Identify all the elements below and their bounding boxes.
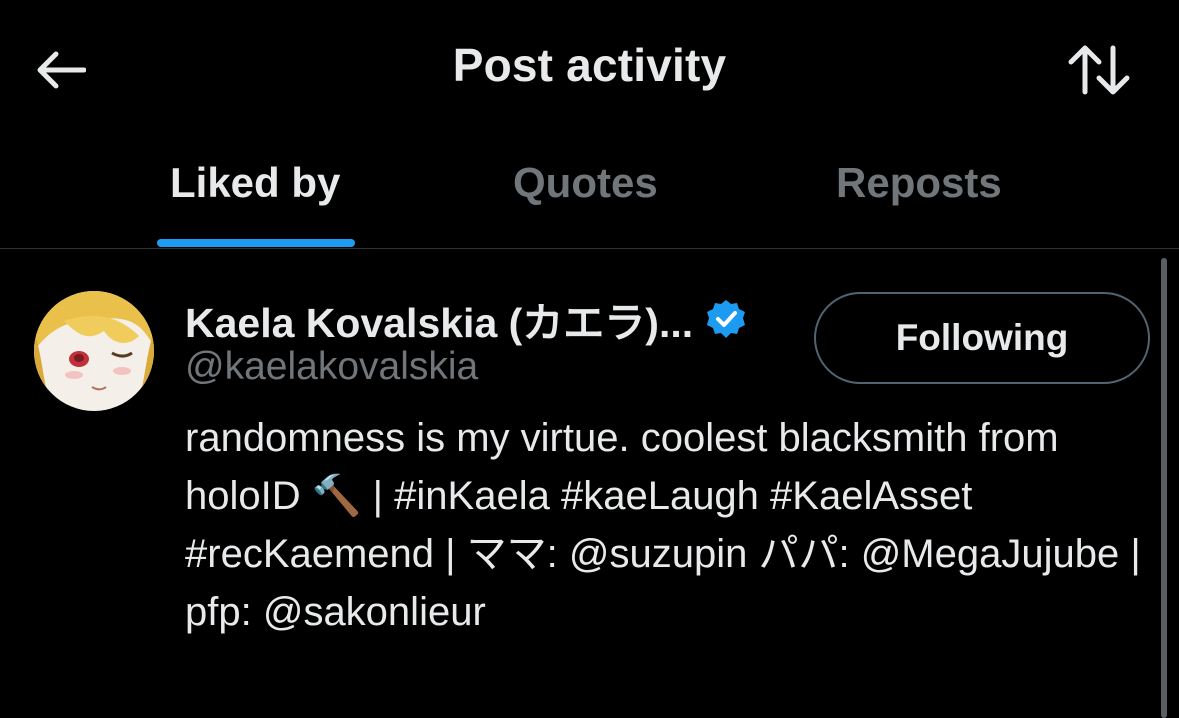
avatar[interactable] [34, 291, 154, 411]
page-title: Post activity [452, 39, 727, 91]
user-handle[interactable]: @kaelakovalskia [185, 345, 478, 389]
tab-quotes[interactable]: Quotes [513, 159, 658, 207]
user-display-name[interactable]: Kaela Kovalskia (カエラ)... [185, 289, 693, 349]
user-bio: randomness is my virtue. coolest blacksm… [185, 416, 1141, 634]
sort-button[interactable] [1064, 40, 1134, 100]
active-tab-indicator [157, 239, 355, 247]
sort-arrows-icon [1068, 45, 1130, 95]
avatar-image [34, 291, 154, 411]
scrollbar[interactable] [1161, 258, 1167, 718]
tab-bar: Liked by Quotes Reposts [0, 135, 1179, 248]
following-button[interactable]: Following [814, 292, 1150, 384]
name-line: Kaela Kovalskia (カエラ)... [185, 289, 747, 349]
top-bar: Post activity [0, 0, 1179, 135]
tab-reposts[interactable]: Reposts [836, 159, 1002, 207]
verified-badge-icon [707, 300, 746, 338]
user-row[interactable]: Kaela Kovalskia (カエラ)... @kaelakovalskia… [0, 249, 1179, 708]
tab-liked-by[interactable]: Liked by [170, 159, 340, 207]
